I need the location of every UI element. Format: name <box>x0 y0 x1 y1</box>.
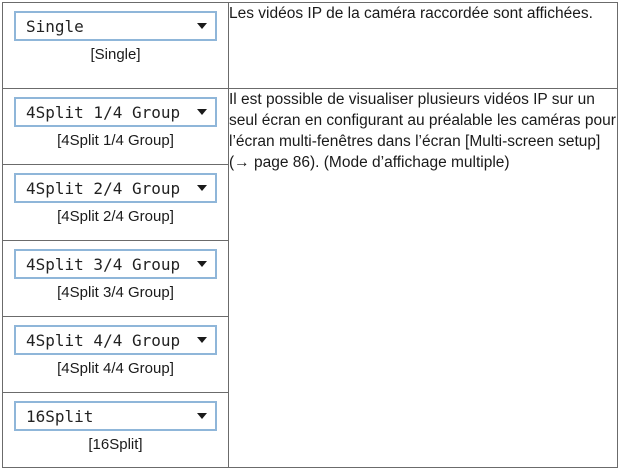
mode-cell-4split-3: 4Split 3/4 Group [4Split 3/4 Group] <box>2 240 229 317</box>
mode-cell-4split-1: 4Split 1/4 Group [4Split 1/4 Group] <box>2 88 229 165</box>
select-value: 4Split 3/4 Group <box>26 254 181 274</box>
select-value: 4Split 4/4 Group <box>26 330 181 350</box>
display-mode-table: Single [Single] Les vidéos IP de la camé… <box>2 2 618 468</box>
display-mode-select-4split-1[interactable]: 4Split 1/4 Group <box>14 97 217 127</box>
chevron-down-icon <box>197 185 207 191</box>
select-value: 4Split 1/4 Group <box>26 102 181 122</box>
mode-cell-4split-4: 4Split 4/4 Group [4Split 4/4 Group] <box>2 316 229 393</box>
mode-cell-4split-2: 4Split 2/4 Group [4Split 2/4 Group] <box>2 164 229 241</box>
display-mode-select-4split-2[interactable]: 4Split 2/4 Group <box>14 173 217 203</box>
mode-cell-single: Single [Single] <box>2 2 229 89</box>
chevron-down-icon <box>197 261 207 267</box>
description-single: Les vidéos IP de la caméra raccordée son… <box>228 2 618 89</box>
select-value: Single <box>26 16 84 36</box>
chevron-down-icon <box>197 413 207 419</box>
display-mode-select-4split-4[interactable]: 4Split 4/4 Group <box>14 325 217 355</box>
mode-caption: [Single] <box>90 46 141 63</box>
chevron-down-icon <box>197 337 207 343</box>
display-mode-select-4split-3[interactable]: 4Split 3/4 Group <box>14 249 217 279</box>
chevron-down-icon <box>197 109 207 115</box>
mode-caption: [4Split 2/4 Group] <box>57 208 174 225</box>
description-multi: Il est possible de visualiser plusieurs … <box>228 88 618 468</box>
select-value: 16Split <box>26 406 94 426</box>
display-mode-select-16split[interactable]: 16Split <box>14 401 217 431</box>
mode-caption: [4Split 4/4 Group] <box>57 360 174 377</box>
select-value: 4Split 2/4 Group <box>26 178 181 198</box>
mode-caption: [4Split 3/4 Group] <box>57 284 174 301</box>
chevron-down-icon <box>197 23 207 29</box>
mode-cell-16split: 16Split [16Split] <box>2 392 229 468</box>
mode-caption: [16Split] <box>88 436 143 453</box>
display-mode-select-single[interactable]: Single <box>14 11 217 41</box>
mode-caption: [4Split 1/4 Group] <box>57 132 174 149</box>
